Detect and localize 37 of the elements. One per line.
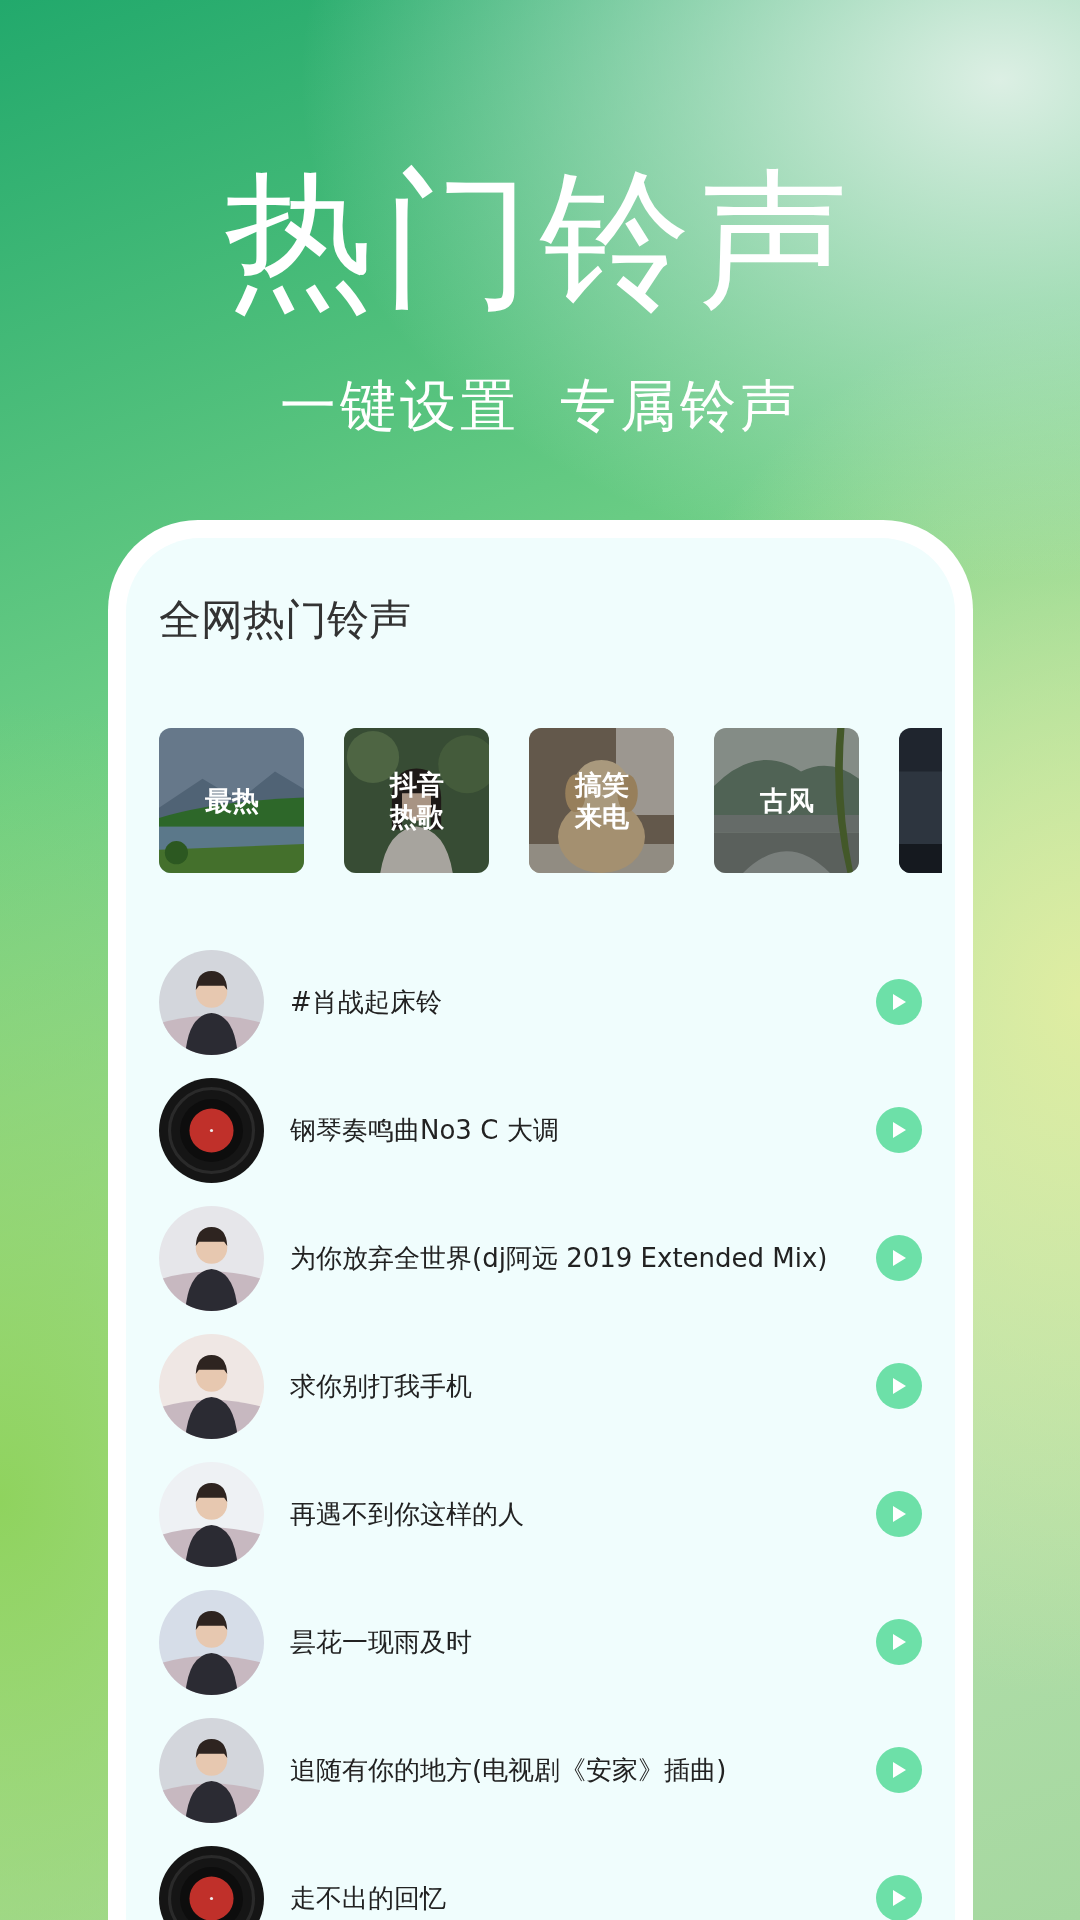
play-button[interactable]	[876, 1875, 922, 1920]
ringtone-title: 昙花一现雨及时	[290, 1626, 473, 1659]
play-icon	[891, 1889, 907, 1908]
category-label: 抖音热歌	[388, 768, 445, 834]
play-icon	[891, 1633, 907, 1652]
category-tile[interactable]: 抖音热歌	[344, 728, 489, 874]
category-label: 最热	[203, 784, 260, 818]
category-label: 搞笑来电	[573, 768, 630, 834]
category-tile[interactable]: 最热	[159, 728, 304, 874]
ringtone-title: 钢琴奏鸣曲No3 C 大调	[290, 1114, 560, 1147]
category-label: 古风	[758, 784, 815, 818]
ringtone-title: 求你别打我手机	[290, 1370, 473, 1403]
section-title: 全网热门铃声	[159, 595, 411, 646]
ringtone-title: #肖战起床铃	[290, 986, 443, 1019]
ringtone-title: 再遇不到你这样的人	[290, 1498, 525, 1531]
tagline: 一键设置	[280, 378, 520, 434]
ringtone-title: 走不出的回忆	[290, 1882, 447, 1915]
play-icon	[891, 1377, 907, 1396]
tagline: 专属铃声	[560, 378, 800, 434]
play-icon	[891, 993, 907, 1012]
play-button[interactable]	[876, 1491, 922, 1538]
ringtone-title: 为你放弃全世界(dj阿远 2019 Extended Mix)	[290, 1242, 829, 1275]
play-button[interactable]	[876, 1235, 922, 1282]
headline: 热门铃声	[224, 165, 856, 315]
category-tile[interactable]: 古风	[714, 728, 859, 874]
vinyl-record-icon	[159, 1077, 264, 1183]
ringtone-title: 追随有你的地方(电视剧《安家》插曲)	[290, 1754, 728, 1787]
play-icon	[891, 1505, 907, 1524]
play-button[interactable]	[876, 1619, 922, 1666]
play-icon	[891, 1121, 907, 1140]
play-button[interactable]	[876, 1747, 922, 1794]
play-button[interactable]	[876, 1107, 922, 1154]
play-button[interactable]	[876, 1363, 922, 1410]
play-button[interactable]	[876, 979, 922, 1026]
play-icon	[891, 1761, 907, 1780]
play-icon	[891, 1249, 907, 1268]
vinyl-record-icon	[159, 1845, 264, 1920]
